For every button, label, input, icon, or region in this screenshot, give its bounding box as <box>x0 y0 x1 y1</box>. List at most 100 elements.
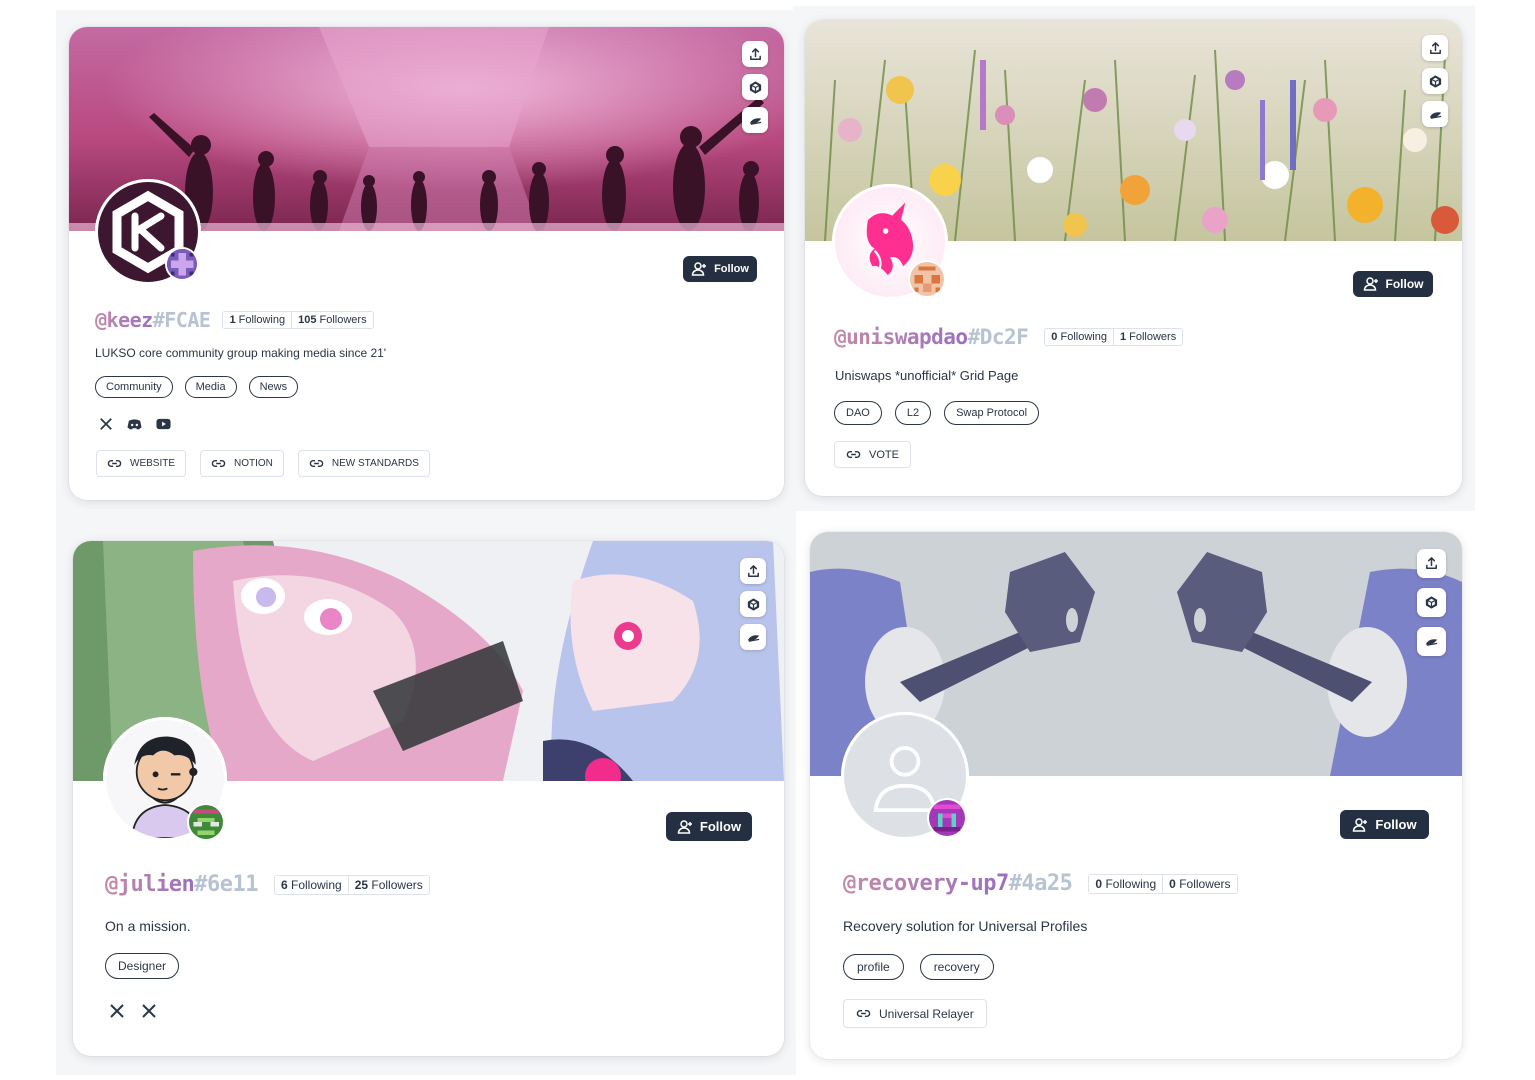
tag-news[interactable]: News <box>248 376 299 398</box>
followers-number: 1 <box>1119 331 1127 343</box>
profile-card-julien[interactable]: Follow @julien#6e11 6 Following 25 Follo… <box>73 541 784 1056</box>
avatar <box>103 717 227 841</box>
identicon-badge <box>187 803 225 841</box>
following-label: Following <box>238 314 286 326</box>
link-notion[interactable]: NOTION <box>200 450 284 477</box>
universal-profile-icon[interactable] <box>1422 101 1448 127</box>
x-icon[interactable] <box>141 1003 157 1019</box>
link-vote[interactable]: VOTE <box>834 441 911 468</box>
unity-icon[interactable] <box>742 74 768 100</box>
tag-media[interactable]: Media <box>184 376 237 398</box>
followers-label: Followers <box>1179 876 1231 891</box>
followers-number: 25 <box>354 877 369 892</box>
follow-counts: 1 Following 105 Followers <box>222 311 374 329</box>
follow-counts: 0 Following 1 Followers <box>1044 328 1184 346</box>
followers-label: Followers <box>319 314 367 326</box>
tag-designer[interactable]: Designer <box>105 953 180 979</box>
profile-description: LUKSO core community group making media … <box>95 346 387 360</box>
handle-hash: #FCAE <box>152 308 211 332</box>
profile-card-keez[interactable]: Follow @keez#FCAE 1 Following 105 Follow… <box>69 27 784 500</box>
profile-handle: @julien#6e11 <box>105 872 258 897</box>
tag-recovery[interactable]: recovery <box>919 954 994 980</box>
tag-swap-protocol[interactable]: Swap Protocol <box>944 401 1040 425</box>
universal-profile-icon[interactable] <box>1417 627 1446 656</box>
link-icon <box>856 1009 871 1018</box>
follow-button[interactable]: Follow <box>683 256 757 282</box>
tag-community[interactable]: Community <box>95 376 173 398</box>
x-icon[interactable] <box>109 1003 125 1019</box>
discord-icon[interactable] <box>127 418 142 431</box>
tag-l2[interactable]: L2 <box>894 401 932 425</box>
tag-list: Designer <box>105 953 180 979</box>
card-actions <box>740 558 766 650</box>
universal-profile-icon[interactable] <box>742 107 768 133</box>
upload-icon[interactable] <box>740 558 766 584</box>
upload-icon[interactable] <box>1417 549 1446 578</box>
add-user-icon <box>1353 817 1368 832</box>
profile-handle: @uniswapdao#Dc2F <box>834 325 1029 349</box>
follow-counts: 6 Following 25 Followers <box>273 874 430 895</box>
follow-button[interactable]: Follow <box>1353 271 1433 297</box>
tag-dao[interactable]: DAO <box>834 401 882 425</box>
following-label: Following <box>1060 331 1107 343</box>
following-count[interactable]: 6 Following <box>275 876 348 894</box>
link-icon <box>211 459 226 468</box>
follow-label: Follow <box>1375 817 1417 832</box>
link-label: NEW STANDARDS <box>331 458 419 469</box>
unity-icon[interactable] <box>1417 588 1446 617</box>
following-number: 6 <box>280 877 288 892</box>
follow-counts: 0 Following 0 Followers <box>1088 873 1238 894</box>
link-website[interactable]: WEBSITE <box>96 450 187 477</box>
follow-button[interactable]: Follow <box>666 812 752 841</box>
link-label: NOTION <box>234 458 273 469</box>
profile-card-uniswapdao[interactable]: Follow @uniswapdao#Dc2F 0 Following 1 Fo… <box>805 20 1462 496</box>
add-user-icon <box>1363 277 1378 291</box>
following-count[interactable]: 0 Following <box>1089 875 1162 893</box>
following-number: 0 <box>1051 331 1058 343</box>
upload-icon[interactable] <box>1422 35 1448 61</box>
add-user-icon <box>677 819 692 834</box>
followers-count[interactable]: 0 Followers <box>1162 874 1236 893</box>
link-universal-relayer[interactable]: Universal Relayer <box>843 999 987 1028</box>
link-list: Universal Relayer <box>843 999 987 1028</box>
following-count[interactable]: 1 Following <box>223 312 291 328</box>
unity-icon[interactable] <box>1422 68 1448 94</box>
social-links <box>109 1003 157 1019</box>
tag-list: Community Media News <box>95 376 299 398</box>
link-label: VOTE <box>869 448 899 461</box>
handle-hash: #4a25 <box>1008 871 1073 896</box>
link-new-standards[interactable]: NEW STANDARDS <box>297 450 430 477</box>
follow-button[interactable]: Follow <box>1340 810 1429 839</box>
upload-icon[interactable] <box>742 41 768 67</box>
identicon-badge <box>908 260 946 298</box>
link-icon <box>107 459 122 468</box>
add-user-icon <box>691 262 707 276</box>
universal-profile-icon[interactable] <box>740 624 766 650</box>
following-number: 0 <box>1095 876 1103 891</box>
identicon-badge <box>165 247 199 281</box>
tag-profile[interactable]: profile <box>843 954 904 980</box>
following-label: Following <box>1105 876 1157 891</box>
link-label: WEBSITE <box>130 458 176 469</box>
card-actions <box>1417 549 1446 656</box>
handle-name: @uniswapdao <box>834 325 968 349</box>
youtube-icon[interactable] <box>156 418 171 430</box>
link-list: VOTE <box>834 441 911 468</box>
handle-name: @julien <box>105 872 195 897</box>
followers-count[interactable]: 1 Followers <box>1112 329 1182 345</box>
follow-label: Follow <box>1385 277 1424 291</box>
handle-name: @keez <box>95 308 153 332</box>
unity-icon[interactable] <box>740 591 766 617</box>
link-label: Universal Relayer <box>879 1006 974 1021</box>
tag-list: profile recovery <box>843 954 994 980</box>
handle-hash: #6e11 <box>194 872 258 897</box>
profile-card-recovery-up7[interactable]: Follow @recovery-up7#4a25 0 Following 0 … <box>810 532 1462 1059</box>
followers-count[interactable]: 25 Followers <box>347 875 429 894</box>
following-count[interactable]: 0 Following <box>1045 329 1113 345</box>
follow-label: Follow <box>714 263 749 275</box>
card-actions <box>742 41 768 133</box>
link-icon <box>309 459 324 468</box>
followers-count[interactable]: 105 Followers <box>291 312 373 328</box>
followers-number: 0 <box>1169 876 1176 891</box>
x-icon[interactable] <box>99 417 113 431</box>
